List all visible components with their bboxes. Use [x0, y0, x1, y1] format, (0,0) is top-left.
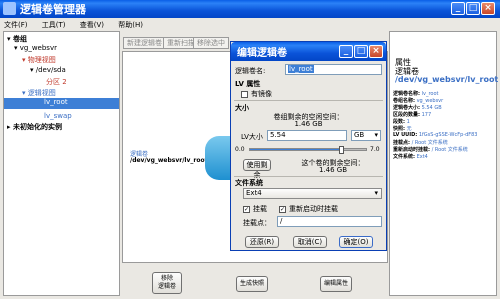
use-remaining-button[interactable]: 使用剩余: [243, 159, 271, 179]
app-icon: [3, 2, 16, 15]
main-title: 逻辑卷管理器: [20, 3, 86, 16]
lv-name-label: 逻辑卷名:: [235, 67, 266, 75]
props-path: /dev/vg_websvr/lv_root: [395, 75, 499, 84]
after-value: 1.46 GB: [318, 166, 348, 174]
fs-select[interactable]: Ext4 ▾: [243, 188, 382, 199]
prop-row: 快照: 无: [393, 126, 412, 132]
menu-help[interactable]: 帮助(H): [118, 21, 143, 29]
prop-row: 逻辑卷大小: 5.54 GB: [393, 105, 442, 111]
filesystem-label: 文件系统: [235, 179, 263, 187]
remove-lv-button[interactable]: 移除 逻辑卷: [152, 272, 182, 294]
canvas-label-2: /dev/vg_websvr/lv_root: [130, 157, 208, 164]
close-button[interactable]: ×: [481, 2, 495, 15]
tree-root[interactable]: ▾ 卷组: [7, 34, 27, 44]
dialog-title: 编辑逻辑卷: [237, 48, 287, 59]
remaining-value: 1.46 GB: [294, 120, 323, 128]
tree-partition-num[interactable]: 分区 2: [46, 77, 67, 87]
revert-button[interactable]: 还原(R): [245, 236, 279, 248]
lv-props-label: LV 属性: [235, 80, 261, 88]
tree-vg[interactable]: ▾ vg_websvr: [14, 44, 57, 52]
mountpoint-label: 挂载点：: [243, 219, 271, 227]
mountpoint-field[interactable]: /: [277, 216, 382, 227]
size-slider[interactable]: [249, 146, 367, 154]
main-title-bar[interactable]: 逻辑卷管理器 _ □ ×: [0, 0, 500, 18]
dialog-minimize-button[interactable]: _: [339, 45, 353, 58]
tree-view[interactable]: ▾ 卷组 ▾ vg_websvr ▾ 物理视图 ▾ /dev/sda 分区 2 …: [3, 31, 120, 296]
tree-logical[interactable]: ▾ 逻辑视图: [22, 88, 56, 98]
lv-name-field[interactable]: lv_root: [285, 64, 382, 75]
prop-row: 重新启动时挂载: / Root 文件系统: [393, 147, 468, 153]
slider-knob[interactable]: [338, 146, 344, 154]
tree-partition[interactable]: ▾ /dev/sda: [30, 66, 66, 74]
prop-row: LV UUID: 1fGsS-gSSE-WcFp-dF83: [393, 132, 478, 138]
menu-bar: 文件(F) 工具(T) 查看(V) 帮助(H): [4, 20, 155, 30]
prop-row: 逻辑卷名称: lv_root: [393, 91, 439, 97]
maximize-button[interactable]: □: [466, 2, 480, 15]
remove-selected-button[interactable]: 移除选中: [193, 37, 229, 49]
prop-row: 段数: 1: [393, 119, 410, 125]
dialog-close-button[interactable]: ×: [369, 45, 383, 58]
lv-size-field[interactable]: 5.54: [267, 130, 347, 141]
mount-reboot-checkbox[interactable]: ✓ 重新启动时挂载: [279, 204, 338, 214]
slider-min: 0.0: [235, 146, 245, 153]
prop-row: 区段的数量: 177: [393, 112, 432, 118]
ok-button[interactable]: 确定(O): [339, 236, 373, 248]
menu-file[interactable]: 文件(F): [4, 21, 28, 29]
properties-pane: 属性 逻辑卷 /dev/vg_websvr/lv_root 逻辑卷名称: lv_…: [389, 31, 499, 296]
cancel-button[interactable]: 取消(C): [293, 236, 327, 248]
menu-tools[interactable]: 工具(T): [42, 21, 66, 29]
edit-props-button[interactable]: 编辑属性: [320, 276, 352, 292]
dialog-body: 逻辑卷名: lv_root LV 属性 有镜像 大小 卷组剩余的空闲空间： 1.…: [231, 61, 386, 250]
prop-row: 挂载点: / Root 文件系统: [393, 140, 448, 146]
edit-lv-dialog: 编辑逻辑卷 _ □ × 逻辑卷名: lv_root LV 属性 有镜像 大小 卷…: [230, 41, 387, 251]
tree-uninit[interactable]: ▸ 未初始化的实例: [7, 122, 62, 132]
toolbar: 新建逻辑卷 重新扫描 移除选中: [123, 37, 233, 49]
dialog-maximize-button[interactable]: □: [354, 45, 368, 58]
minimize-button[interactable]: _: [451, 2, 465, 15]
snapshot-button[interactable]: 生成快照: [236, 276, 268, 292]
prop-row: 文件系统: Ext4: [393, 154, 428, 160]
new-lv-button[interactable]: 新建逻辑卷: [123, 37, 166, 49]
divider: [234, 176, 383, 177]
tree-physical[interactable]: ▾ 物理视图: [22, 55, 56, 65]
slider-fill: [250, 149, 342, 150]
lv-size-label: LV大小: [241, 133, 263, 141]
slider-max: 7.0: [370, 146, 380, 153]
tree-lv-root[interactable]: lv_root: [4, 98, 119, 109]
mirror-checkbox[interactable]: 有镜像: [241, 89, 272, 99]
tree-lv-swap[interactable]: lv_swap: [44, 112, 72, 120]
divider: [234, 100, 383, 101]
unit-select[interactable]: GB ▾: [351, 130, 381, 141]
menu-view[interactable]: 查看(V): [80, 21, 104, 29]
dialog-title-bar[interactable]: 编辑逻辑卷 _ □ ×: [231, 42, 386, 61]
prop-row: 卷组名称: vg_websvr: [393, 98, 444, 104]
mount-checkbox[interactable]: ✓ 挂载: [243, 204, 267, 214]
